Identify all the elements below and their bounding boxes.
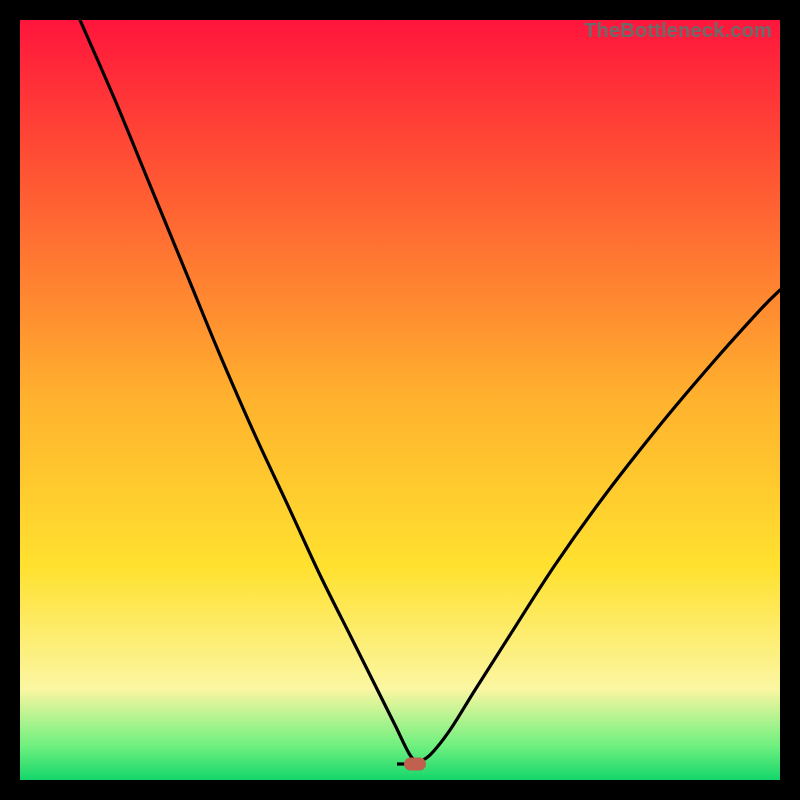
chart-stage: TheBottleneck.com	[0, 0, 800, 800]
minimum-marker	[404, 758, 426, 771]
watermark-text: TheBottleneck.com	[584, 20, 772, 43]
series-right-curve	[415, 290, 780, 764]
chart-plot-area: TheBottleneck.com	[20, 20, 780, 780]
series-left-curve	[80, 20, 420, 764]
chart-curves	[20, 20, 780, 780]
